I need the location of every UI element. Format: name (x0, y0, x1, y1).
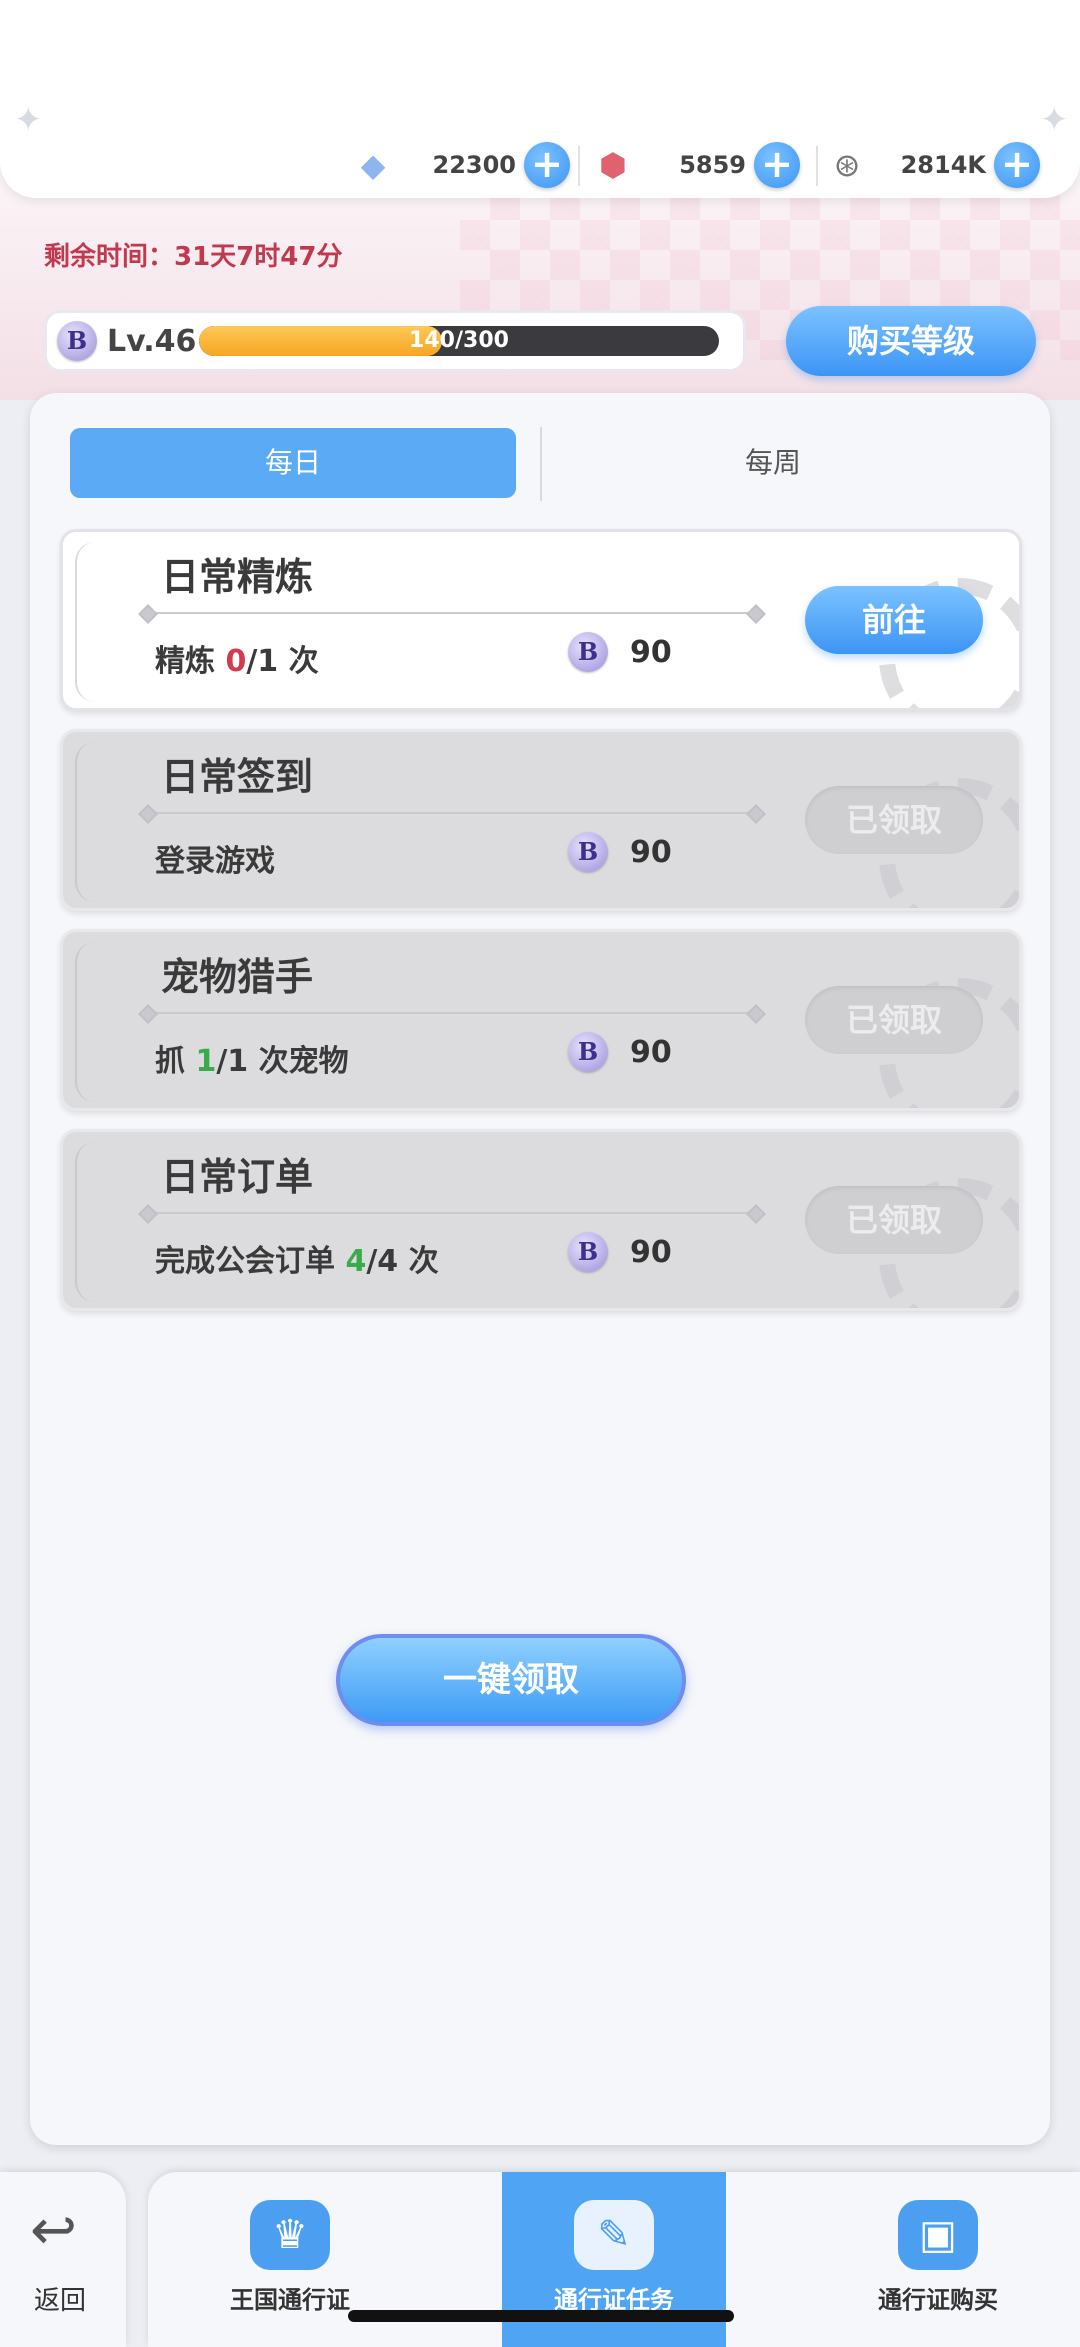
level-progress-text: 140/300 (409, 328, 509, 353)
reward-value: 90 (630, 1234, 672, 1270)
task-reward: B 90 (568, 632, 672, 672)
task-description: 登录游戏 (155, 844, 275, 879)
add-coin-button[interactable]: + (994, 142, 1040, 188)
currency-value: 5859 (679, 151, 746, 179)
task-divider (147, 612, 757, 614)
task-card: 宠物猎手 抓 1/1 次宠物 B 90 已领取 (60, 929, 1022, 1111)
task-description: 抓 1/1 次宠物 (155, 1044, 349, 1079)
task-description: 完成公会订单 4/4 次 (155, 1244, 439, 1279)
tab-weekly[interactable]: 每周 (550, 428, 996, 498)
home-indicator (348, 2310, 734, 2322)
level-progress-bar: 140/300 (199, 326, 719, 356)
back-label: 返回 (34, 2286, 87, 2316)
tab-divider (540, 427, 542, 501)
wallet-icon: ▣ (898, 2200, 978, 2270)
add-diamond-button[interactable]: + (524, 142, 570, 188)
scroll-icon: ✎ (574, 2200, 654, 2270)
b-coin-icon: B (57, 321, 97, 361)
task-card: 日常精炼 精炼 0/1 次 B 90 前往 (60, 529, 1022, 711)
add-red-crystal-button[interactable]: + (754, 142, 800, 188)
back-arrow-icon: ↩ (30, 2198, 77, 2263)
card-ornament (75, 1142, 115, 1302)
card-ornament (75, 742, 115, 902)
reward-value: 90 (630, 634, 672, 670)
claimed-button[interactable]: 已领取 (805, 1186, 983, 1254)
crown-slime-icon: ♛ (250, 2200, 330, 2270)
nav-pass-purchase[interactable]: ▣ 通行证购买 (826, 2172, 1050, 2347)
back-button[interactable]: ↩ 返回 (0, 2172, 126, 2347)
b-coin-icon: B (568, 832, 608, 872)
card-ornament (75, 942, 115, 1102)
currency-value: 22300 (432, 151, 517, 179)
currency-bar: ✦ ✦ ◆ 22300 + ⬢ 5859 + ⊛ 2814K + (0, 0, 1080, 198)
task-description: 精炼 0/1 次 (155, 644, 319, 679)
divider (816, 146, 818, 186)
diamond-icon: ◆ (360, 146, 386, 184)
task-reward: B 90 (568, 1032, 672, 1072)
card-ornament (75, 542, 115, 702)
currency-coin: ⊛ 2814K + (824, 140, 1040, 190)
nav-label: 通行证购买 (878, 2286, 998, 2314)
gray-coin-icon: ⊛ (833, 146, 861, 184)
buy-level-button[interactable]: 购买等级 (786, 306, 1036, 376)
level-label: Lv.46 (107, 323, 197, 359)
task-title: 日常精炼 (161, 555, 314, 599)
task-title: 日常订单 (161, 1155, 314, 1199)
claim-all-button[interactable]: 一键领取 (336, 1634, 686, 1726)
divider (578, 146, 580, 186)
remaining-time: 剩余时间：31天7时47分 (44, 242, 343, 272)
task-divider (147, 812, 757, 814)
currency-red-crystal: ⬢ 5859 + (590, 140, 800, 190)
b-coin-icon: B (568, 1232, 608, 1272)
red-crystal-icon: ⬢ (599, 146, 627, 184)
task-panel: 每日 每周 日常精炼 精炼 0/1 次 B 90 前往 日常签到 登录游戏 B … (30, 393, 1050, 2145)
claimed-button[interactable]: 已领取 (805, 786, 983, 854)
currency-diamond: ◆ 22300 + (350, 140, 570, 190)
claimed-button[interactable]: 已领取 (805, 986, 983, 1054)
b-coin-icon: B (568, 632, 608, 672)
reward-value: 90 (630, 1034, 672, 1070)
task-reward: B 90 (568, 832, 672, 872)
go-button[interactable]: 前往 (805, 586, 983, 654)
b-coin-icon: B (568, 1032, 608, 1072)
task-divider (147, 1212, 757, 1214)
currency-value: 2814K (900, 151, 986, 179)
task-divider (147, 1012, 757, 1014)
task-title: 日常签到 (161, 755, 314, 799)
task-card: 日常订单 完成公会订单 4/4 次 B 90 已领取 (60, 1129, 1022, 1311)
level-bar: B Lv.46 140/300 (44, 310, 746, 372)
sparkle-icon: ✦ (14, 100, 43, 140)
task-reward: B 90 (568, 1232, 672, 1272)
reward-value: 90 (630, 834, 672, 870)
tab-daily[interactable]: 每日 (70, 428, 516, 498)
task-title: 宠物猎手 (161, 955, 314, 999)
task-card: 日常签到 登录游戏 B 90 已领取 (60, 729, 1022, 911)
sparkle-icon: ✦ (1040, 100, 1069, 140)
